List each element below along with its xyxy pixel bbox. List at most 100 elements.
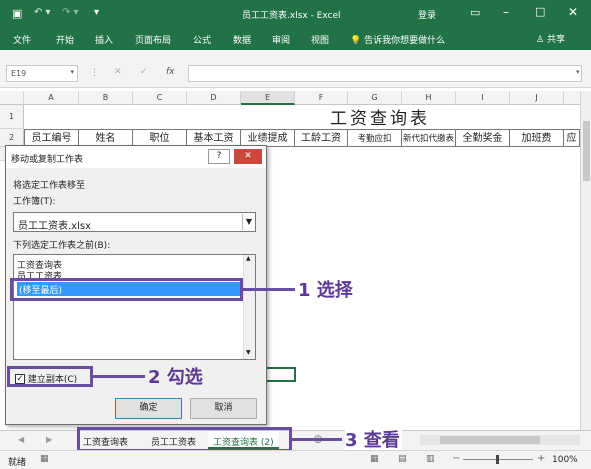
before-label: 下列选定工作表之前(B): — [13, 241, 111, 251]
status-bar: 就绪 ▦ ▦ ▤ ▥ − + 100% — [0, 450, 591, 469]
close-dialog-icon[interactable]: ✕ — [234, 149, 262, 164]
col-header[interactable]: C — [133, 91, 187, 105]
tell-me-text: 告诉我你想要做什么 — [364, 36, 446, 46]
annotation-view: 3 查看 — [345, 426, 402, 452]
annotation-check: 2 勾选 — [148, 367, 203, 388]
dialog-title: 移动或复制工作表 — [11, 155, 84, 165]
highlight-box-2 — [7, 366, 93, 387]
sheet-list[interactable]: 工资查询表 员工工资表 (移至最后) ▲ ▼ — [13, 254, 256, 360]
ribbon-collapsed-strip — [0, 50, 591, 58]
header-cell[interactable]: 工龄工资 — [295, 129, 348, 147]
zoom-in-icon[interactable]: + — [537, 453, 545, 464]
zoom-out-icon[interactable]: − — [452, 453, 460, 464]
tab-file[interactable]: 文件 — [13, 33, 31, 46]
tab-formulas[interactable]: 公式 — [193, 33, 211, 46]
customize-icon[interactable]: ▾ — [94, 7, 99, 18]
cancel-entry-icon[interactable]: ✕ — [114, 67, 122, 77]
col-header[interactable]: F — [295, 91, 348, 105]
header-cell[interactable]: 考勤应扣 — [348, 129, 402, 147]
page-layout-view-icon[interactable]: ▤ — [398, 454, 407, 464]
highlight-box-1 — [10, 278, 243, 301]
workbook-label: 工作簿(T): — [13, 197, 56, 207]
minimize-icon[interactable]: – — [503, 5, 509, 19]
dots-icon: ⋮ — [90, 68, 99, 78]
window-title: 员工工资表.xlsx - Excel — [242, 11, 341, 21]
tab-home[interactable]: 开始 — [56, 33, 74, 46]
chevron-down-icon: ▼ — [242, 214, 255, 230]
zoom-slider[interactable] — [463, 455, 533, 464]
col-header[interactable]: E — [241, 91, 295, 105]
list-scrollbar[interactable]: ▲ ▼ — [243, 255, 255, 359]
cell-ref-text: E19 — [11, 69, 27, 78]
tell-me-box[interactable]: 💡 告诉我你想要做什么 — [350, 33, 445, 46]
column-headers: A B C D E F G H I J — [0, 91, 580, 105]
col-header[interactable]: G — [348, 91, 402, 105]
insert-function-icon[interactable]: fx — [166, 67, 175, 77]
callout-line-2 — [93, 375, 145, 378]
tab-view[interactable]: 视图 — [311, 33, 329, 46]
callout-line-1 — [243, 288, 295, 291]
ok-button[interactable]: 确定 — [115, 398, 182, 419]
header-cell[interactable]: 全勤奖金 — [456, 129, 510, 147]
ribbon-tabs: 文件 开始 插入 页面布局 公式 数据 审阅 视图 💡 告诉我你想要做什么 ♙ … — [0, 28, 591, 50]
col-header[interactable]: D — [187, 91, 241, 105]
zoom-level[interactable]: 100% — [552, 455, 578, 465]
help-icon[interactable]: ? — [208, 149, 230, 164]
move-label: 将选定工作表移至 — [13, 181, 86, 191]
macro-record-icon[interactable]: ▦ — [40, 454, 49, 464]
login-link[interactable]: 登录 — [418, 8, 436, 21]
ribbon-options-icon[interactable]: ▭ — [470, 6, 480, 19]
scroll-thumb[interactable] — [583, 121, 590, 181]
person-icon: ♙ — [536, 35, 545, 45]
dialog-titlebar: 移动或复制工作表 ? ✕ — [6, 146, 266, 168]
scroll-up-icon[interactable]: ▲ — [246, 255, 251, 262]
zoom-thumb[interactable] — [496, 455, 499, 464]
tab-page-layout[interactable]: 页面布局 — [135, 33, 171, 46]
horizontal-scrollbar[interactable] — [420, 435, 580, 445]
scroll-right-icon[interactable]: ▶ — [46, 435, 52, 444]
save-icon[interactable]: ▣ — [12, 7, 22, 20]
col-header[interactable]: H — [402, 91, 456, 105]
workbook-select[interactable]: 员工工资表.xlsx ▼ — [13, 212, 256, 232]
callout-line-3 — [292, 438, 342, 441]
status-ready: 就绪 — [8, 458, 27, 468]
annotation-select: 1 选择 — [298, 280, 353, 301]
scroll-left-icon[interactable]: ◀ — [18, 435, 24, 444]
share-button[interactable]: ♙ 共享 — [536, 32, 565, 45]
col-header[interactable]: B — [79, 91, 133, 105]
normal-view-icon[interactable]: ▦ — [370, 454, 379, 464]
col-header[interactable]: J — [510, 91, 564, 105]
chevron-down-icon: ▾ — [70, 68, 74, 76]
tab-review[interactable]: 审阅 — [272, 33, 290, 46]
select-all-corner[interactable] — [0, 91, 24, 105]
close-icon[interactable]: ✕ — [568, 5, 578, 19]
page-break-view-icon[interactable]: ▥ — [426, 454, 435, 464]
sheet-title: 工资查询表 — [330, 109, 430, 129]
workbook-value: 员工工资表.xlsx — [18, 221, 92, 232]
formula-bar: E19 ▾ ⋮ ✕ ✓ fx ▾ — [0, 58, 591, 88]
undo-icon[interactable]: ↶ ▾ — [34, 7, 51, 18]
lightbulb-icon: 💡 — [350, 36, 362, 46]
vertical-scrollbar[interactable] — [580, 91, 591, 430]
scroll-down-icon[interactable]: ▼ — [246, 349, 251, 356]
tab-insert[interactable]: 插入 — [95, 33, 113, 46]
tab-data[interactable]: 数据 — [233, 33, 251, 46]
header-cell[interactable]: 新代扣代缴表 — [402, 129, 456, 147]
name-box[interactable]: E19 ▾ — [6, 65, 78, 82]
redo-icon[interactable]: ↷ ▾ — [62, 7, 79, 18]
formula-input[interactable] — [188, 65, 582, 82]
header-cell[interactable]: 应 — [564, 129, 580, 147]
list-item[interactable]: 员工工资表 — [17, 269, 62, 278]
highlight-box-3 — [77, 427, 292, 452]
cancel-button[interactable]: 取消 — [190, 398, 257, 419]
h-scroll-thumb[interactable] — [440, 436, 540, 444]
col-header[interactable]: A — [24, 91, 79, 105]
title-bar: ▣ ↶ ▾ ↷ ▾ ▾ 员工工资表.xlsx - Excel 登录 ▭ – □ … — [0, 0, 591, 28]
confirm-entry-icon[interactable]: ✓ — [140, 67, 148, 77]
header-cell[interactable]: 加班费 — [510, 129, 564, 147]
maximize-icon[interactable]: □ — [535, 5, 545, 18]
row-header[interactable]: 1 — [0, 105, 24, 129]
share-label: 共享 — [546, 35, 565, 45]
expand-formula-icon[interactable]: ▾ — [576, 68, 580, 76]
col-header[interactable]: I — [456, 91, 510, 105]
